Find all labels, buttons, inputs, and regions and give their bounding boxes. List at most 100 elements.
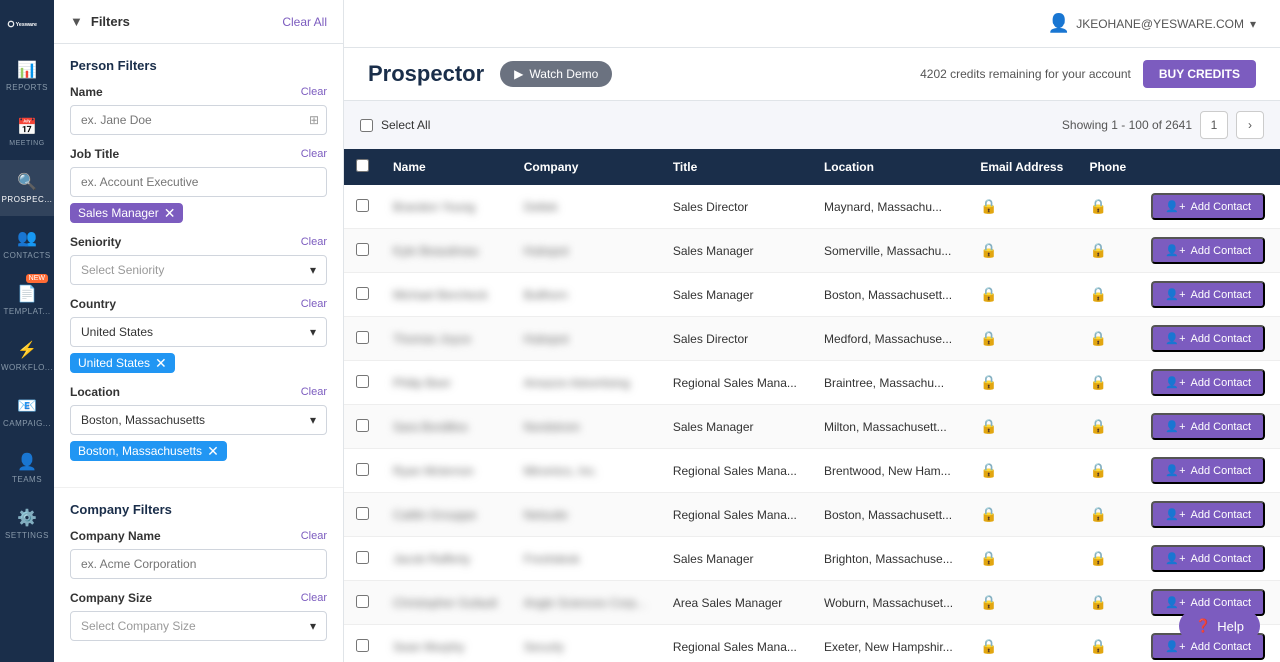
row-checkbox[interactable]: [356, 199, 369, 212]
row-email: 🔒: [968, 273, 1077, 317]
boston-tag-remove[interactable]: ✕: [207, 444, 219, 458]
row-location: Milton, Massachusett...: [812, 405, 968, 449]
nav-campaigns-wrapper: 📧 CAMPAIG...: [0, 384, 54, 440]
add-contact-label: Add Contact: [1191, 641, 1252, 653]
company-blurred: Miromics, Inc.: [524, 464, 598, 478]
next-page-button[interactable]: ›: [1236, 111, 1264, 139]
location-select[interactable]: Boston, Massachusetts ▾: [70, 405, 327, 435]
watch-demo-button[interactable]: ▶ Watch Demo: [500, 61, 612, 87]
name-blurred: Thomas Joyce: [393, 332, 471, 346]
row-checkbox[interactable]: [356, 507, 369, 520]
help-button[interactable]: ❓ Help: [1179, 610, 1260, 642]
nav-campaigns-label: CAMPAIG...: [3, 419, 51, 428]
email-lock-icon: 🔒: [980, 242, 997, 258]
row-phone: 🔒: [1077, 449, 1139, 493]
sidebar-item-campaigns[interactable]: 📧 CAMPAIG...: [0, 384, 54, 440]
buy-credits-button[interactable]: BUY CREDITS: [1143, 60, 1256, 88]
company-name-label-row: Company Name Clear: [70, 529, 327, 543]
add-contact-button[interactable]: 👤+ Add Contact: [1151, 413, 1265, 440]
row-email: 🔒: [968, 537, 1077, 581]
sidebar-item-templates[interactable]: NEW 📄 TEMPLAT...: [0, 272, 54, 328]
header-checkbox[interactable]: [356, 159, 369, 172]
country-clear-button[interactable]: Clear: [301, 298, 327, 310]
row-checkbox[interactable]: [356, 375, 369, 388]
job-title-clear-button[interactable]: Clear: [301, 148, 327, 160]
sidebar-item-settings[interactable]: ⚙️ SETTINGS: [0, 496, 54, 552]
sidebar-item-meeting-scheduler[interactable]: 📅 MEETING: [0, 104, 54, 160]
add-contact-button[interactable]: 👤+ Add Contact: [1151, 237, 1265, 264]
add-contact-label: Add Contact: [1191, 333, 1252, 345]
sidebar-item-reports[interactable]: 📊 reports: [0, 48, 54, 104]
add-contact-button[interactable]: 👤+ Add Contact: [1151, 369, 1265, 396]
united-states-tag-remove[interactable]: ✕: [155, 356, 167, 370]
company-name-input[interactable]: [70, 549, 327, 579]
add-contact-button[interactable]: 👤+ Add Contact: [1151, 501, 1265, 528]
sidebar-item-contacts[interactable]: 👥 CONTACTS: [0, 216, 54, 272]
nav-prospector-label: PROSPEC...: [2, 195, 53, 204]
row-phone: 🔒: [1077, 405, 1139, 449]
seniority-select[interactable]: Select Seniority ▾: [70, 255, 327, 285]
add-contact-button[interactable]: 👤+ Add Contact: [1151, 457, 1265, 484]
add-contact-icon: 👤+: [1165, 508, 1185, 521]
name-clear-button[interactable]: Clear: [301, 86, 327, 98]
location-label-row: Location Clear: [70, 385, 327, 399]
add-contact-button[interactable]: 👤+ Add Contact: [1151, 325, 1265, 352]
user-info[interactable]: 👤 JKEOHANE@YESWARE.COM ▾: [1048, 13, 1256, 34]
row-checkbox[interactable]: [356, 419, 369, 432]
row-location: Brighton, Massachuse...: [812, 537, 968, 581]
company-name-clear-button[interactable]: Clear: [301, 530, 327, 542]
email-lock-icon: 🔒: [980, 198, 997, 214]
add-contact-label: Add Contact: [1191, 289, 1252, 301]
row-title: Regional Sales Mana...: [661, 361, 812, 405]
email-lock-icon: 🔒: [980, 462, 997, 478]
add-contact-button[interactable]: 👤+ Add Contact: [1151, 281, 1265, 308]
job-title-input[interactable]: [70, 167, 327, 197]
row-location: Brentwood, New Ham...: [812, 449, 968, 493]
seniority-placeholder: Select Seniority: [81, 263, 164, 277]
country-value: United States: [81, 325, 153, 339]
row-phone: 🔒: [1077, 361, 1139, 405]
clear-all-button[interactable]: Clear All: [282, 15, 327, 29]
table-row: Ryan Mclernon Miromics, Inc. Regional Sa…: [344, 449, 1280, 493]
row-checkbox[interactable]: [356, 331, 369, 344]
location-clear-button[interactable]: Clear: [301, 386, 327, 398]
filters-header-left: ▼ Filters: [70, 14, 130, 29]
row-title: Sales Director: [661, 185, 812, 229]
location-field-row: Location Clear Boston, Massachusetts ▾ B…: [70, 385, 327, 461]
add-contact-label: Add Contact: [1191, 201, 1252, 213]
country-select[interactable]: United States ▾: [70, 317, 327, 347]
add-contact-button[interactable]: 👤+ Add Contact: [1151, 193, 1265, 220]
row-checkbox[interactable]: [356, 551, 369, 564]
name-blurred: Brandon Young: [393, 200, 475, 214]
job-title-label: Job Title: [70, 147, 119, 161]
sidebar-item-workflows[interactable]: ⚡ WORKFLO...: [0, 328, 54, 384]
company-blurred: Amazon Advertising: [524, 376, 630, 390]
row-email: 🔒: [968, 185, 1077, 229]
row-name: Kyle Beaudreau: [381, 229, 512, 273]
name-blurred: Michael Bercheck: [393, 288, 488, 302]
company-blurred: Hubspot: [524, 332, 569, 346]
row-checkbox[interactable]: [356, 243, 369, 256]
row-company: Deltek: [512, 185, 661, 229]
company-size-select[interactable]: Select Company Size ▾: [70, 611, 327, 641]
row-phone: 🔒: [1077, 493, 1139, 537]
row-checkbox[interactable]: [356, 595, 369, 608]
user-email: JKEOHANE@YESWARE.COM: [1076, 17, 1244, 31]
sales-manager-tag-remove[interactable]: ✕: [164, 206, 176, 220]
row-checkbox[interactable]: [356, 463, 369, 476]
row-company: Amazon Advertising: [512, 361, 661, 405]
sidebar-item-prospector[interactable]: 🔍 PROSPEC...: [0, 160, 54, 216]
row-checkbox[interactable]: [356, 639, 369, 652]
company-size-label: Company Size: [70, 591, 152, 605]
row-title: Regional Sales Mana...: [661, 493, 812, 537]
row-checkbox-cell: [344, 185, 381, 229]
header-location: Location: [812, 149, 968, 185]
row-checkbox[interactable]: [356, 287, 369, 300]
name-input[interactable]: [70, 105, 327, 135]
row-email: 🔒: [968, 361, 1077, 405]
company-size-clear-button[interactable]: Clear: [301, 592, 327, 604]
add-contact-button[interactable]: 👤+ Add Contact: [1151, 545, 1265, 572]
seniority-clear-button[interactable]: Clear: [301, 236, 327, 248]
select-all-checkbox[interactable]: [360, 119, 373, 132]
sidebar-item-teams[interactable]: 👤 TEAMS: [0, 440, 54, 496]
